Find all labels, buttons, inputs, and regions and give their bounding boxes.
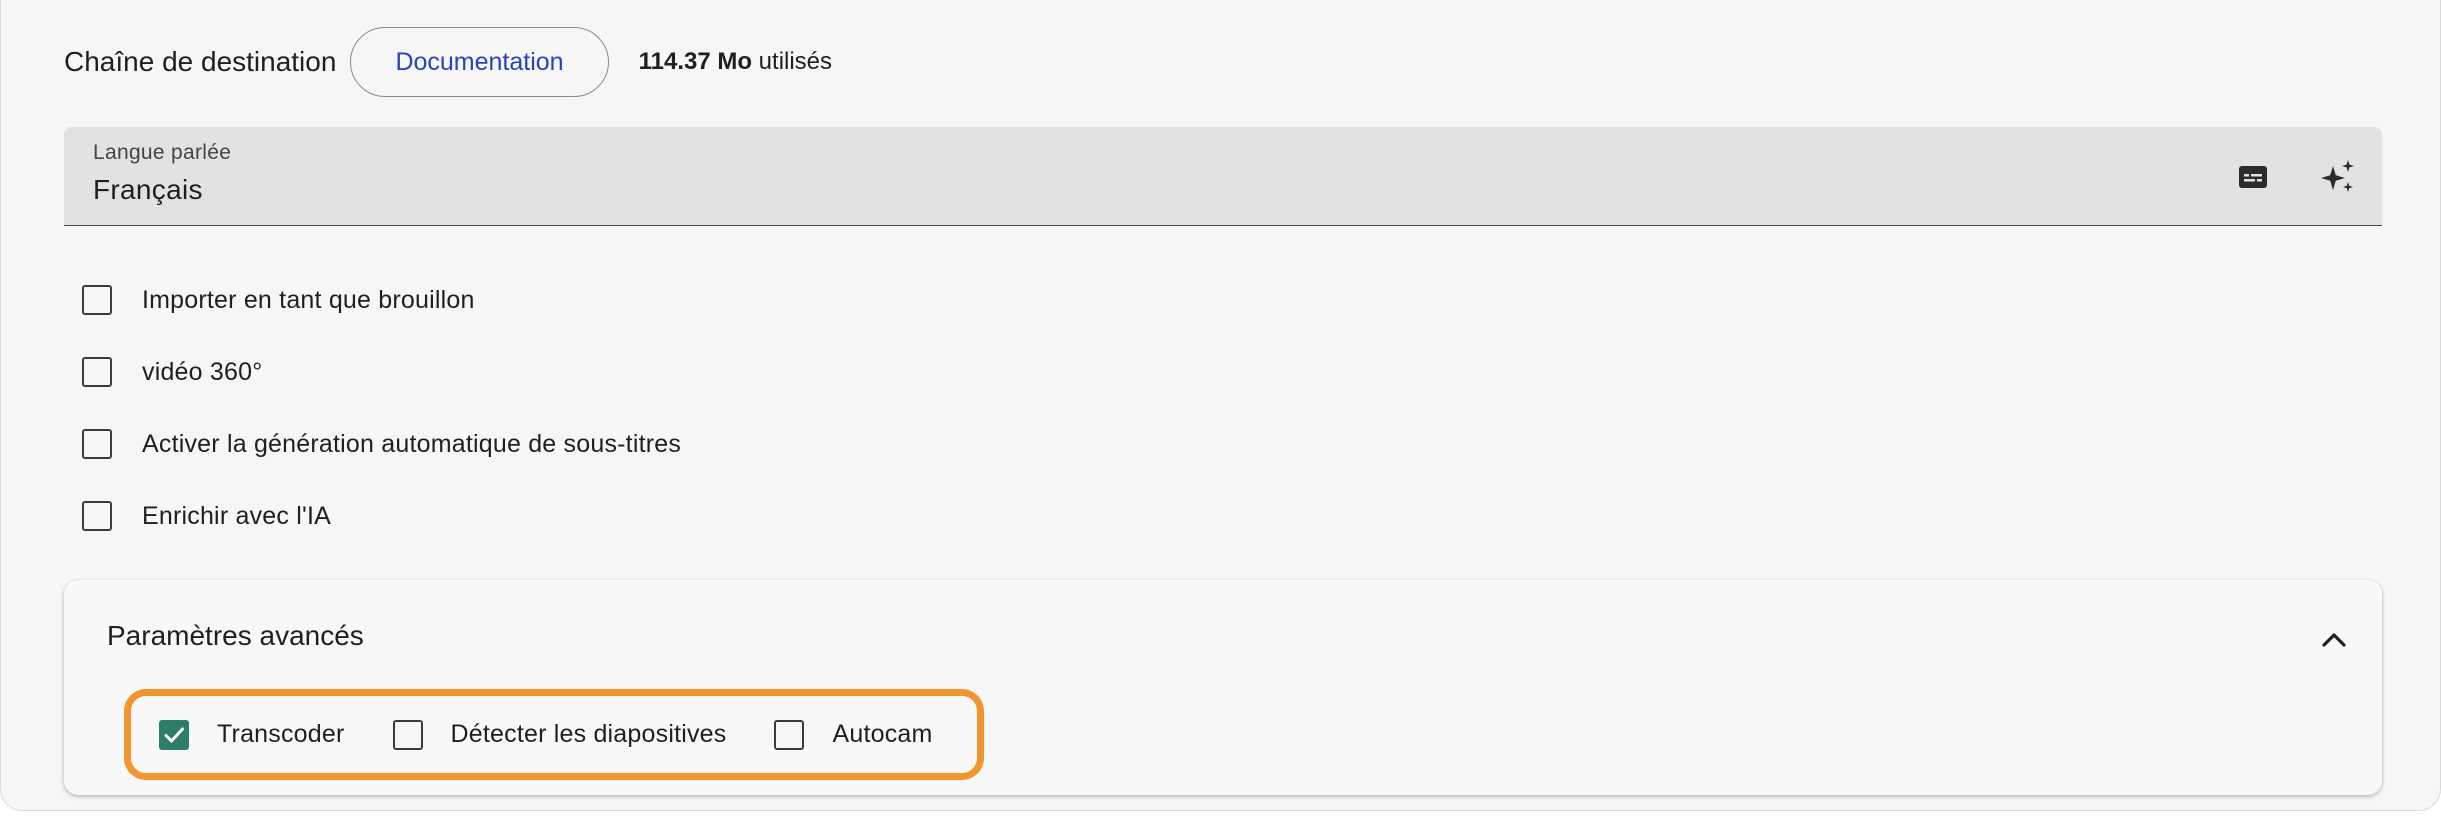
destination-header: Chaîne de destination Documentation 114.… <box>64 26 832 98</box>
import-draft-label: Importer en tant que brouillon <box>142 285 475 314</box>
storage-usage-value: 114.37 Mo <box>638 48 752 75</box>
transcode-checkbox[interactable] <box>159 719 189 750</box>
spoken-language-value: Français <box>93 174 203 205</box>
option-enrich-ai[interactable]: Enrichir avec l'IA <box>82 480 681 552</box>
option-autocam[interactable]: Autocam <box>774 719 933 750</box>
detect-slides-checkbox[interactable] <box>392 719 423 750</box>
transcode-label: Transcoder <box>217 720 345 748</box>
storage-usage-suffix: utilisés <box>758 48 833 75</box>
option-auto-subtitles[interactable]: Activer la génération automatique de sou… <box>82 408 681 480</box>
option-video-360[interactable]: vidéo 360° <box>82 336 681 408</box>
upload-settings-card: Chaîne de destination Documentation 114.… <box>0 0 2441 811</box>
subtitles-icon[interactable] <box>2233 157 2273 197</box>
option-transcode[interactable]: Transcoder <box>159 719 345 750</box>
import-draft-checkbox[interactable] <box>82 285 112 315</box>
detect-slides-label: Détecter les diapositives <box>450 720 727 748</box>
option-detect-slides[interactable]: Détecter les diapositives <box>392 719 727 750</box>
destination-channel-label: Chaîne de destination <box>64 46 337 77</box>
checkmark-icon <box>164 727 184 742</box>
spoken-language-label: Langue parlée <box>93 141 232 164</box>
enrich-ai-checkbox[interactable] <box>82 501 112 531</box>
video-360-checkbox[interactable] <box>82 357 112 387</box>
chevron-up-icon[interactable] <box>2316 622 2352 658</box>
option-import-draft[interactable]: Importer en tant que brouillon <box>82 264 681 336</box>
documentation-button[interactable]: Documentation <box>350 27 609 97</box>
advanced-options-highlight: Transcoder Détecter les diapositives Aut… <box>124 689 984 780</box>
storage-usage: 114.37 Mo utilisés <box>639 48 832 76</box>
ai-sparkle-icon[interactable] <box>2318 157 2358 197</box>
advanced-settings-title[interactable]: Paramètres avancés <box>107 620 364 652</box>
autocam-checkbox[interactable] <box>774 719 805 750</box>
auto-subtitles-checkbox[interactable] <box>82 429 112 459</box>
enrich-ai-label: Enrichir avec l'IA <box>142 501 331 530</box>
advanced-settings-panel: Paramètres avancés Transcoder Détecter l… <box>64 580 2382 795</box>
spoken-language-select[interactable]: Langue parlée Français <box>64 127 2382 226</box>
video-360-label: vidéo 360° <box>142 357 263 386</box>
autocam-label: Autocam <box>832 720 933 748</box>
auto-subtitles-label: Activer la génération automatique de sou… <box>142 429 682 458</box>
upload-options: Importer en tant que brouillon vidéo 360… <box>82 264 681 552</box>
